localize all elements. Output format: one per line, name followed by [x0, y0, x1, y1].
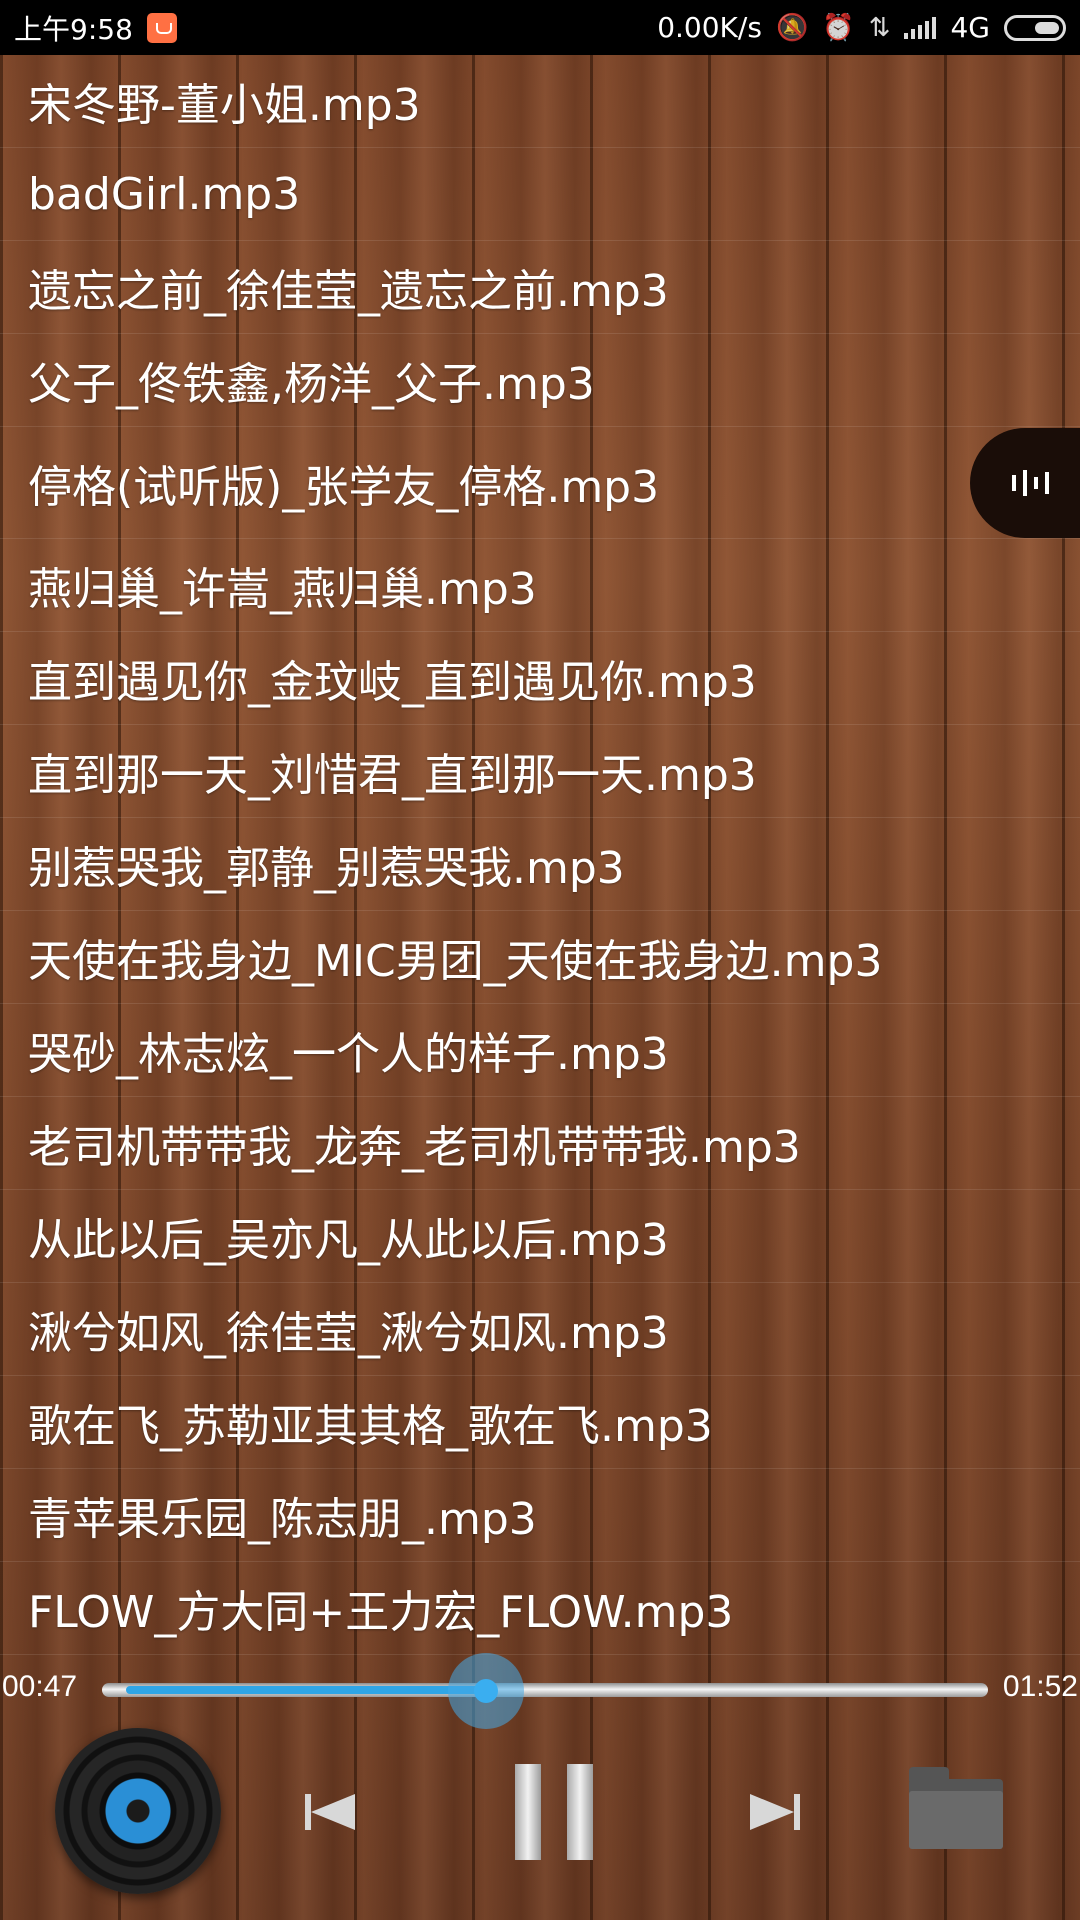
next-icon [750, 1794, 800, 1830]
song-item[interactable]: 老司机带带我_龙奔_老司机带带我.mp3 [0, 1097, 1080, 1190]
seek-bar[interactable] [102, 1653, 988, 1729]
song-item[interactable]: 从此以后_吴亦凡_从此以后.mp3 [0, 1190, 1080, 1283]
song-item[interactable]: 哭砂_林志炫_一个人的样子.mp3 [0, 1004, 1080, 1097]
previous-icon [305, 1794, 355, 1830]
current-time: 00:47 [2, 1670, 78, 1703]
song-item[interactable]: 宋冬野-董小姐.mp3 [0, 55, 1080, 148]
song-item[interactable]: 别惹哭我_郭静_别惹哭我.mp3 [0, 818, 1080, 911]
seek-bar-fill [126, 1686, 486, 1694]
song-item[interactable]: 歌在飞_苏勒亚其其格_歌在飞.mp3 [0, 1376, 1080, 1469]
mi-store-icon [146, 12, 177, 43]
mute-bell-icon: 🔕 [775, 12, 809, 43]
network-type: 4G [950, 11, 990, 44]
song-item[interactable]: 湫兮如风_徐佳莹_湫兮如风.mp3 [0, 1283, 1080, 1376]
status-time: 上午9:58 [14, 12, 133, 46]
folder-button[interactable] [908, 1767, 1003, 1849]
vinyl-disc-icon[interactable] [55, 1728, 221, 1894]
song-item[interactable]: 直到那一天_刘惜君_直到那一天.mp3 [0, 725, 1080, 818]
pause-icon [515, 1764, 593, 1860]
progress-row: 00:47 01:52 [0, 1653, 1080, 1729]
battery-icon [1004, 14, 1066, 41]
player-controls [0, 1720, 1080, 1920]
song-item[interactable]: 停格(试听版)_张学友_停格.mp3 [0, 427, 1080, 539]
song-item[interactable]: 燕归巢_许嵩_燕归巢.mp3 [0, 539, 1080, 632]
seek-thumb[interactable] [447, 1653, 524, 1729]
total-time: 01:52 [1002, 1670, 1078, 1703]
song-item[interactable]: 天使在我身边_MIC男团_天使在我身边.mp3 [0, 911, 1080, 1004]
data-transfer-icon: ⇅ [868, 12, 891, 43]
status-bar: 上午9:58 0.00K/s 🔕 ⏰ ⇅ 4G [0, 0, 1080, 55]
previous-button[interactable] [300, 1792, 360, 1832]
song-item[interactable]: 父子_佟铁鑫,杨洋_父子.mp3 [0, 334, 1080, 427]
network-speed: 0.00K/s [657, 11, 762, 44]
song-item[interactable]: badGirl.mp3 [0, 148, 1080, 241]
pause-button[interactable] [510, 1762, 598, 1862]
signal-icon [904, 16, 937, 39]
song-item[interactable]: 直到遇见你_金玟岐_直到遇见你.mp3 [0, 632, 1080, 725]
song-list: 宋冬野-董小姐.mp3 badGirl.mp3 遗忘之前_徐佳莹_遗忘之前.mp… [0, 55, 1080, 1655]
song-item[interactable]: 遗忘之前_徐佳莹_遗忘之前.mp3 [0, 241, 1080, 334]
next-button[interactable] [745, 1792, 805, 1832]
visualizer-float-button[interactable] [970, 428, 1080, 538]
song-item[interactable]: 青苹果乐园_陈志朋_.mp3 [0, 1469, 1080, 1562]
folder-icon [908, 1767, 1003, 1849]
song-item[interactable]: FLOW_方大同+王力宏_FLOW.mp3 [0, 1562, 1080, 1655]
equalizer-icon [1011, 470, 1049, 496]
alarm-icon: ⏰ [822, 12, 855, 43]
